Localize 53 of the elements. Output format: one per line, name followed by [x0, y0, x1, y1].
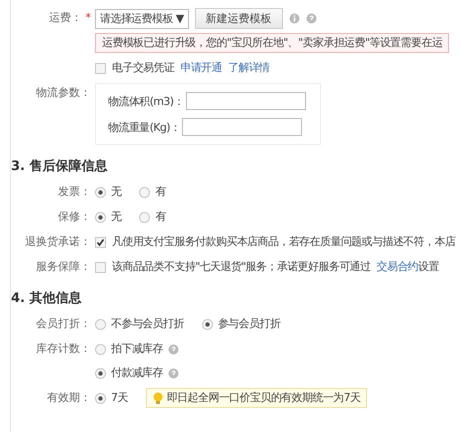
checkbox[interactable]	[95, 236, 106, 248]
help-icon[interactable]	[168, 368, 180, 378]
radio-button[interactable]	[95, 186, 106, 198]
field-label: 服务保障：	[36, 260, 91, 273]
radio-button[interactable]	[95, 344, 106, 354]
link[interactable]: 申请开通	[180, 58, 222, 78]
text: 设置	[418, 259, 439, 275]
radio-label: 参与会员打折	[218, 316, 280, 332]
radio-label: 付款减库存	[111, 365, 164, 381]
field-label: 会员打折：	[36, 317, 91, 330]
radio-button[interactable]	[95, 318, 106, 330]
template-dropdown[interactable]: 请选择运费模板 ▼	[95, 8, 189, 28]
tip-text: 即日起全网一口价宝贝的有效期统一为7天	[166, 390, 360, 406]
field-label: 物流重量(Kg)：	[108, 120, 180, 134]
lightbulb-icon	[152, 392, 163, 404]
checkbox-label: 该商品品类不支持"七天退货"服务；承诺更好服务可通过	[112, 259, 371, 275]
radio-button[interactable]	[95, 368, 106, 378]
radio-label: 不参与会员打折	[111, 316, 184, 332]
radio-button[interactable]	[202, 318, 213, 330]
field-label: 有效期：	[47, 391, 91, 404]
info-icon[interactable]	[288, 13, 300, 24]
checkbox[interactable]	[95, 62, 106, 74]
input-field[interactable]	[186, 92, 306, 110]
radio-button[interactable]	[95, 392, 106, 404]
new-template-button[interactable]: 新建运费模板	[194, 8, 283, 29]
link[interactable]: 了解详情	[228, 58, 270, 78]
radio-label: 拍下减库存	[111, 341, 164, 357]
checkbox-label: 凡使用支付宝服务付款购买本店商品，若存在质量问题或与描述不符，本店	[112, 234, 456, 250]
radio-button[interactable]	[139, 186, 150, 198]
radio-label: 有	[155, 209, 166, 225]
help-icon[interactable]	[168, 344, 180, 354]
field-label: 发票：	[58, 185, 91, 198]
field-label: 保修：	[58, 210, 91, 223]
field-label: 退换货承诺：	[25, 235, 91, 248]
upgrade-notice: 运费模板已进行升级，您的"宝贝所在地"、"卖家承担运费"等设置需要在运	[95, 33, 450, 53]
radio-label: 无	[111, 209, 122, 225]
radio-label: 无	[111, 184, 122, 200]
field-label: 运费：	[49, 11, 82, 24]
input-field[interactable]	[182, 118, 302, 136]
field-label: 物流体积(m3)：	[108, 94, 184, 108]
field-label: 库存计数：	[36, 342, 91, 355]
radio-button[interactable]	[95, 212, 106, 222]
section-heading: 4. 其他信息	[11, 290, 83, 307]
help-icon[interactable]	[306, 13, 317, 24]
section-heading: 3. 售后保障信息	[11, 158, 109, 175]
radio-label: 7天	[111, 390, 128, 406]
link[interactable]: 交易合约	[376, 257, 418, 277]
checkbox[interactable]	[95, 262, 106, 272]
checkbox-label: 电子交易凭证	[112, 60, 174, 76]
field-label: 物流参数：	[36, 86, 91, 99]
required-mark: *	[84, 11, 91, 24]
radio-label: 有	[155, 184, 166, 200]
radio-button[interactable]	[139, 212, 150, 222]
